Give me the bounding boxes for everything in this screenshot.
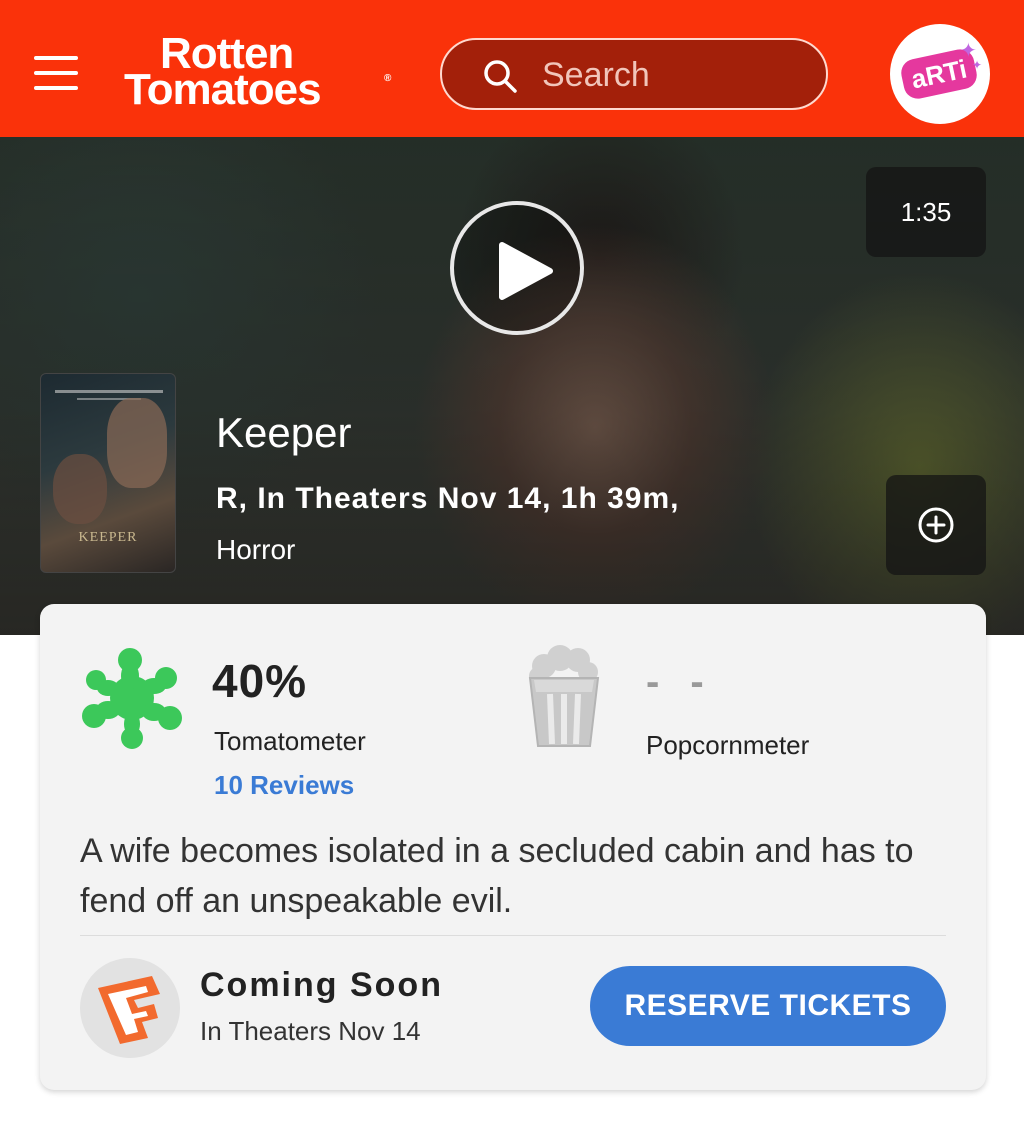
menu-bar <box>34 71 78 75</box>
play-icon <box>499 242 553 300</box>
poster-figure <box>53 454 107 524</box>
popcornmeter-score: - - <box>646 660 714 704</box>
search-input[interactable] <box>542 52 812 98</box>
release-status-date: In Theaters Nov 14 <box>200 1016 421 1046</box>
fandango-logo-shape <box>98 976 160 1044</box>
movie-title: Keeper <box>216 409 352 456</box>
reviews-count-link[interactable]: 10 Reviews <box>214 770 354 801</box>
fandango-icon <box>80 958 180 1058</box>
rotten-splat-icon <box>82 648 182 749</box>
menu-bar <box>34 86 78 90</box>
score-card: 40% Tomatometer 10 Reviews - - Popcornme… <box>40 604 986 1090</box>
poster-credit-line <box>55 390 163 393</box>
plus-circle-icon <box>918 507 954 543</box>
poster-title: KEEPER <box>78 530 138 545</box>
play-trailer-button[interactable] <box>450 201 584 335</box>
rotten-tomatoes-logo[interactable]: Rotten Tomatoes ® <box>120 30 400 116</box>
hamburger-menu-icon[interactable] <box>34 54 80 92</box>
video-duration: 1:35 <box>866 167 986 257</box>
poster-figure <box>107 398 167 488</box>
movie-poster[interactable]: KEEPER <box>40 373 176 573</box>
movie-meta: R, In Theaters Nov 14, 1h 39m, <box>216 482 680 515</box>
divider <box>80 935 946 936</box>
arti-profile-badge[interactable]: aRTi ✦ ✦ <box>890 24 990 124</box>
top-header: Rotten Tomatoes ® aRTi ✦ ✦ <box>0 0 1024 137</box>
search-icon <box>484 60 517 93</box>
popcorn-bucket-icon <box>528 645 600 747</box>
trailer-hero[interactable]: 1:35 KEEPER Keeper R, In Theaters Nov 14… <box>0 137 1024 635</box>
release-status-title: Coming Soon <box>200 966 443 1004</box>
tomatometer-score: 40% <box>212 655 308 707</box>
search-bar[interactable] <box>440 38 828 110</box>
add-to-watchlist-button[interactable] <box>886 475 986 575</box>
movie-genre: Horror <box>216 534 296 565</box>
movie-synopsis: A wife becomes isolated in a secluded ca… <box>80 832 914 920</box>
reserve-tickets-button[interactable]: RESERVE TICKETS <box>590 966 946 1046</box>
logo-registered-mark: ® <box>384 73 392 84</box>
popcornmeter-label: Popcornmeter <box>646 730 810 760</box>
logo-line2: Tomatoes <box>124 65 322 114</box>
menu-bar <box>34 56 78 60</box>
tomatometer-label: Tomatometer <box>214 726 366 756</box>
sparkle-icon: ✦ <box>972 58 983 72</box>
